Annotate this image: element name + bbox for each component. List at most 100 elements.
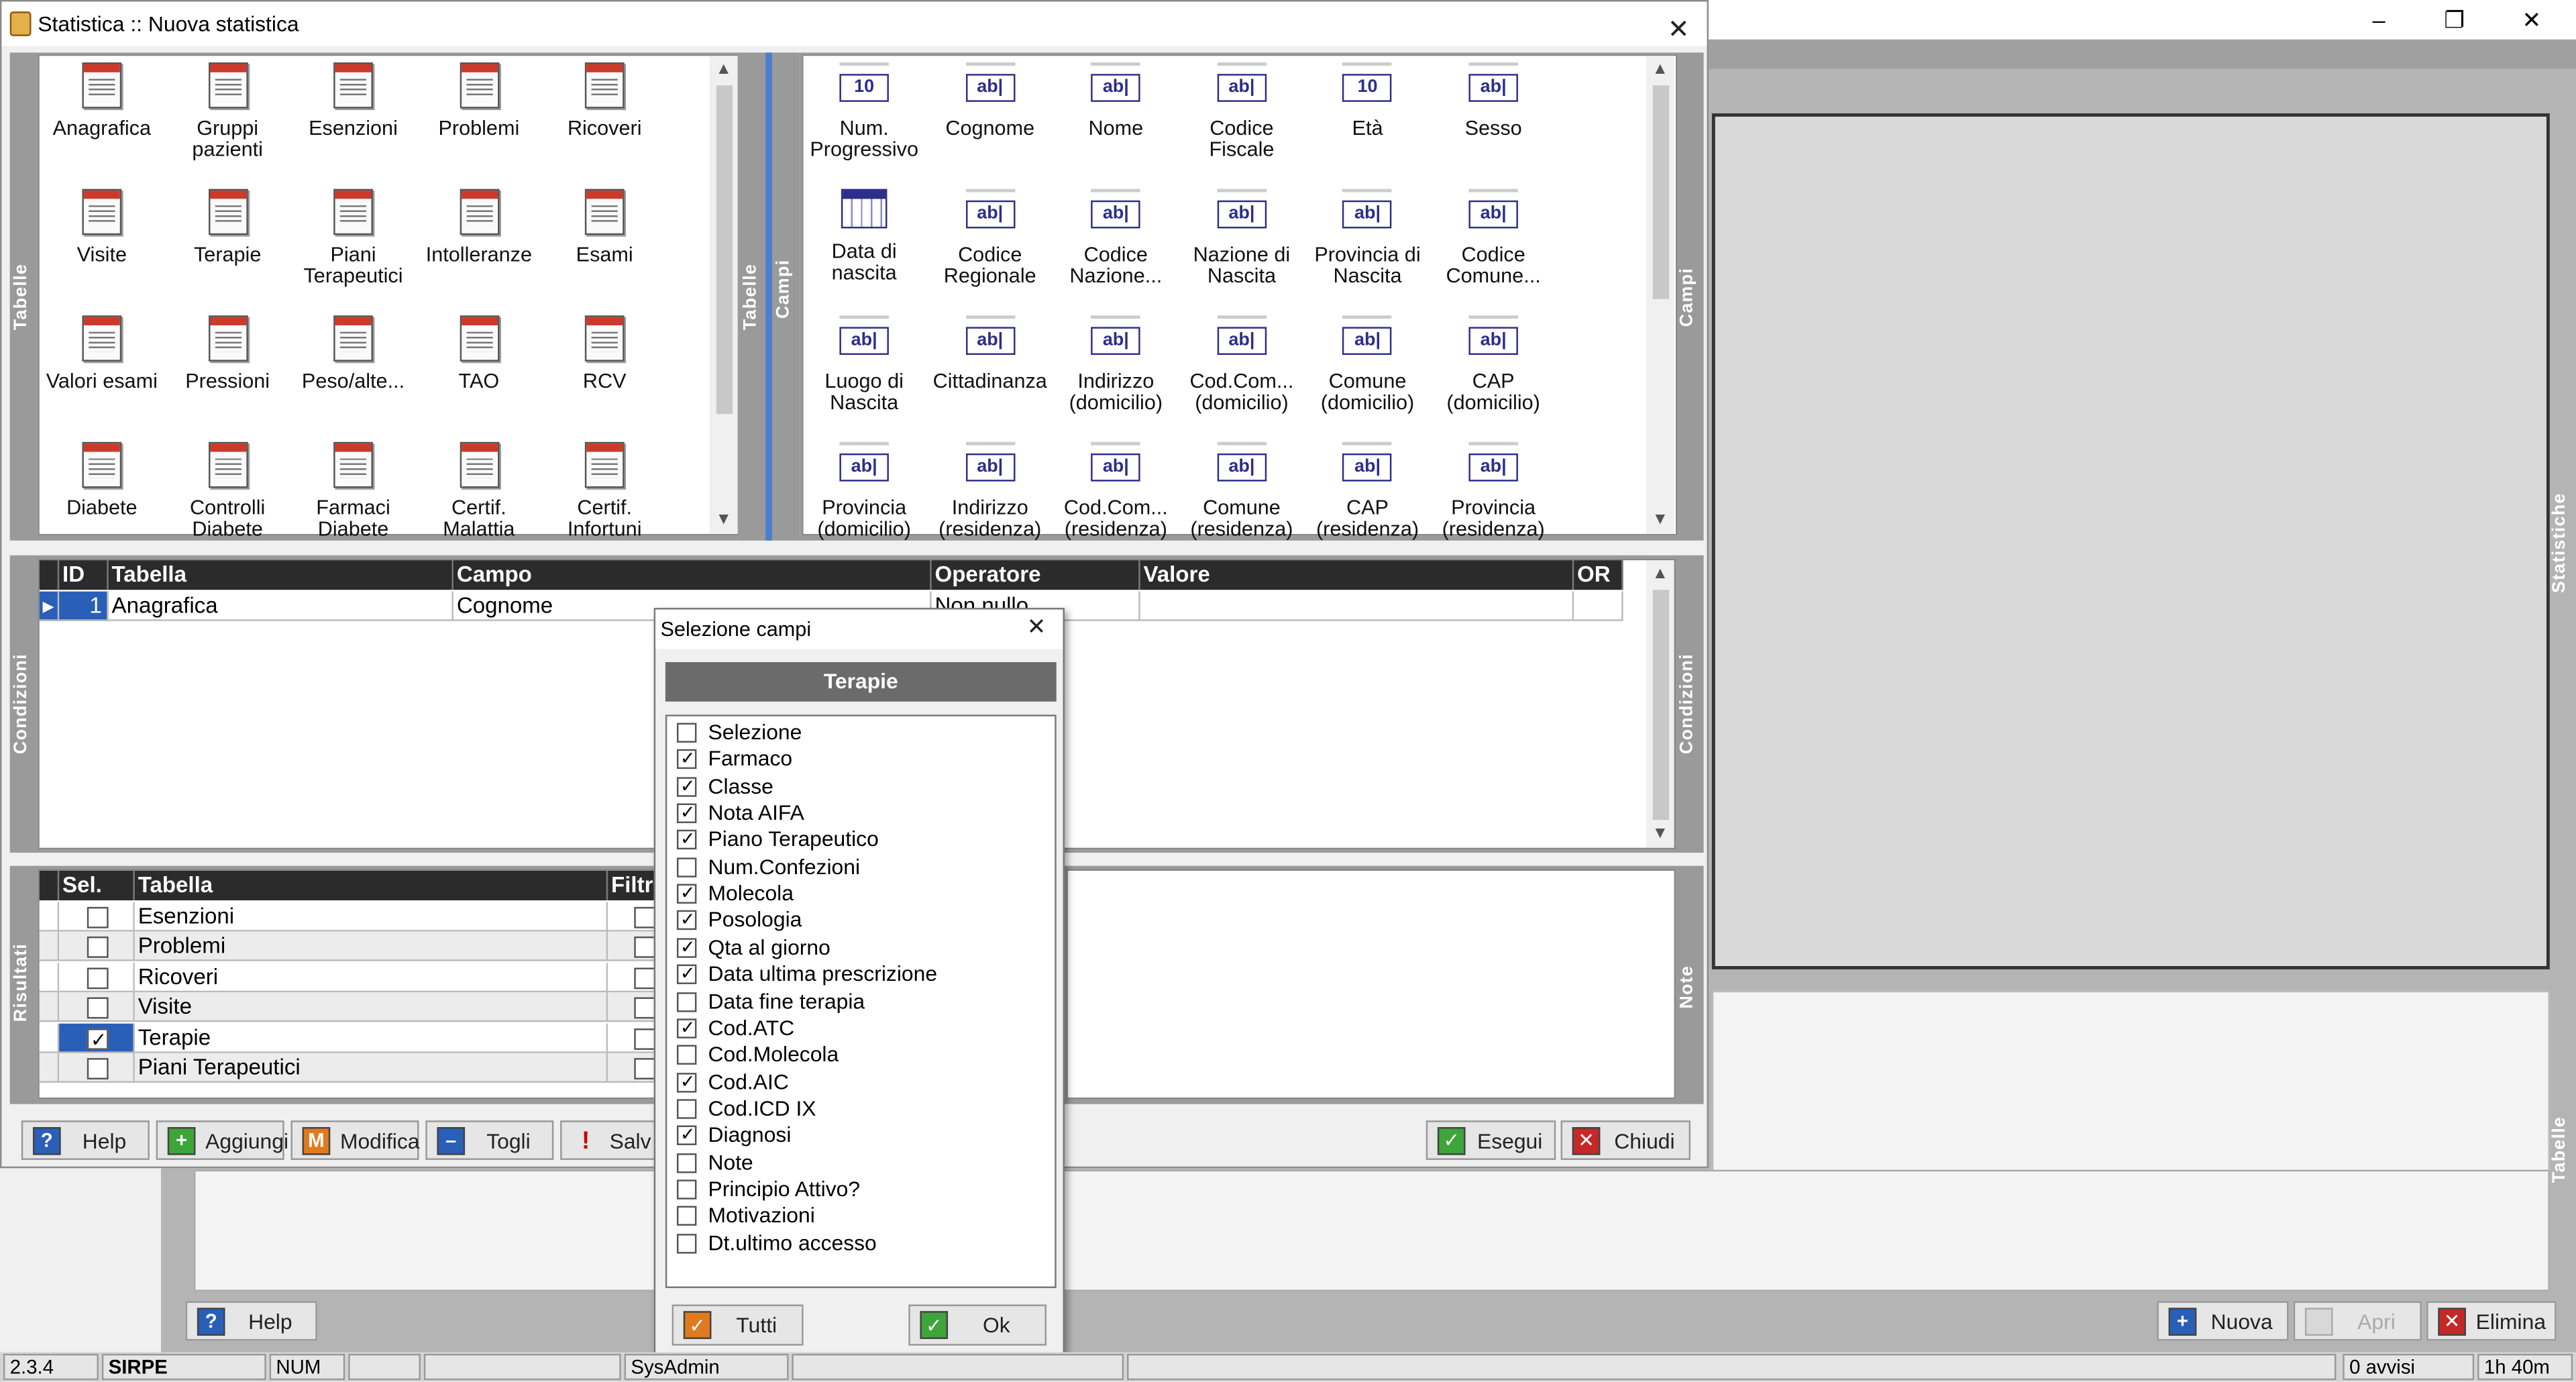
cell-sel[interactable]	[59, 902, 135, 932]
scroll-up-icon[interactable]: ▲	[710, 56, 738, 84]
field-checklist-item[interactable]: Dt.ultimo accesso	[676, 1230, 877, 1256]
close-window-button[interactable]: ✕	[2494, 3, 2570, 36]
fields-scrollbar[interactable]: ▲ ▼	[1646, 56, 1674, 534]
tabelle-tab[interactable]: Tabelle	[11, 248, 34, 347]
table-tile[interactable]: Valori esami	[40, 315, 164, 392]
cell-sel[interactable]	[59, 1053, 135, 1083]
table-tile[interactable]: Intolleranze	[417, 189, 541, 266]
cell-valore[interactable]	[1140, 591, 1574, 621]
condizioni-tab[interactable]: Condizioni	[11, 643, 34, 766]
select-checkbox[interactable]	[87, 1058, 109, 1079]
column-header-campo[interactable]: Campo	[453, 560, 932, 590]
field-tile[interactable]: ab| Nazione di Nascita	[1179, 189, 1304, 288]
field-checkbox[interactable]	[676, 747, 697, 773]
table-tile[interactable]: Farmaci Diabete	[290, 441, 415, 541]
condizioni-right-tab[interactable]: Condizioni	[1677, 643, 1700, 766]
column-header-sel[interactable]: Sel.	[59, 870, 135, 901]
column-header-id[interactable]: ID	[59, 560, 109, 590]
tables-scroll-thumb[interactable]	[716, 85, 733, 415]
scroll-up-icon[interactable]: ▲	[1646, 560, 1674, 588]
table-tile[interactable]: RCV	[542, 315, 667, 392]
status-avvisi[interactable]: 0 avvisi	[2343, 1353, 2475, 1381]
field-checkbox[interactable]	[676, 935, 697, 961]
filter-checkbox[interactable]	[634, 906, 656, 928]
field-checklist-item[interactable]: Farmaco	[676, 747, 792, 773]
tabelle-side-tab[interactable]: Tabelle	[2550, 1101, 2573, 1200]
risultati-tab[interactable]: Risultati	[11, 930, 34, 1036]
field-tile[interactable]: ab| Nome	[1053, 62, 1178, 140]
note-tab[interactable]: Note	[1677, 955, 1700, 1020]
table-tile[interactable]: Anagrafica	[40, 62, 164, 140]
filter-checkbox[interactable]	[634, 1027, 656, 1049]
field-checkbox[interactable]	[676, 881, 697, 907]
field-tile[interactable]: ab| Cod.Com... (domicilio)	[1179, 315, 1304, 414]
field-checklist-item[interactable]: Classe	[676, 774, 773, 800]
table-tile[interactable]: TAO	[417, 315, 541, 392]
maximize-button[interactable]: ❐	[2416, 3, 2492, 36]
field-tile[interactable]: ab| Codice Fiscale	[1179, 62, 1304, 161]
filter-checkbox[interactable]	[634, 967, 656, 989]
field-tile[interactable]: Data di nascita	[802, 189, 926, 284]
fields-scroll-thumb[interactable]	[1652, 85, 1670, 299]
field-checkbox[interactable]	[676, 1099, 697, 1119]
field-checkbox[interactable]	[676, 1015, 697, 1041]
tables-scrollbar[interactable]: ▲ ▼	[709, 56, 738, 534]
field-checklist-item[interactable]: Cod.AIC	[676, 1069, 789, 1095]
field-checklist-item[interactable]: Cod.ATC	[676, 1015, 794, 1041]
field-checklist-item[interactable]: Data ultima prescrizione	[676, 961, 937, 988]
field-checkbox[interactable]	[676, 1233, 697, 1253]
field-checklist-item[interactable]: Num.Confezioni	[676, 854, 860, 880]
field-checkbox[interactable]	[676, 1153, 697, 1173]
field-tile[interactable]: ab| Indirizzo (domicilio)	[1053, 315, 1178, 414]
select-checkbox[interactable]	[87, 906, 109, 928]
field-checkbox[interactable]	[676, 961, 697, 988]
filter-checkbox[interactable]	[634, 937, 656, 959]
scroll-up-icon[interactable]: ▲	[1646, 56, 1674, 84]
field-checklist-item[interactable]: Nota AIFA	[676, 800, 804, 827]
select-checkbox[interactable]	[87, 937, 109, 959]
field-checkbox[interactable]	[676, 774, 697, 800]
field-checklist-item[interactable]: Molecola	[676, 881, 794, 907]
field-checkbox[interactable]	[676, 723, 697, 743]
filter-checkbox[interactable]	[634, 997, 656, 1019]
tutti-button[interactable]: ✓ Tutti	[672, 1304, 804, 1346]
esegui-button[interactable]: ✓ Esegui	[1426, 1120, 1556, 1160]
table-tile[interactable]: Visite	[40, 189, 164, 266]
salva-button[interactable]: ! Salv	[560, 1120, 656, 1160]
field-checkbox[interactable]	[676, 1069, 697, 1095]
statistiche-side-tab[interactable]: Statistiche	[2550, 476, 2573, 608]
field-checklist-item[interactable]: Principio Attivo?	[676, 1176, 860, 1202]
conditions-scrollbar[interactable]: ▲ ▼	[1646, 560, 1674, 848]
field-tile[interactable]: ab| CAP (domicilio)	[1431, 315, 1556, 414]
field-tile[interactable]: ab| Indirizzo (residenza)	[928, 441, 1053, 541]
field-checkbox[interactable]	[676, 1179, 697, 1200]
field-tile[interactable]: ab| Provincia di Nascita	[1305, 189, 1430, 288]
field-tile[interactable]: 10 Num. Progressivo	[802, 62, 926, 161]
nuova-button[interactable]: + Nuova	[2157, 1301, 2289, 1341]
field-checklist-item[interactable]: Qta al giorno	[676, 935, 830, 961]
table-tile[interactable]: Gruppi pazienti	[165, 62, 290, 161]
field-checklist-item[interactable]: Selezione	[676, 720, 802, 746]
field-tile[interactable]: ab| Codice Nazione...	[1053, 189, 1178, 288]
field-checklist-item[interactable]: Cod.Molecola	[676, 1042, 839, 1068]
field-checkbox[interactable]	[676, 1122, 697, 1149]
table-tile[interactable]: Ricoveri	[542, 62, 667, 140]
cell-sel[interactable]	[59, 992, 135, 1022]
close-dialog-button[interactable]: ✕	[1668, 8, 1690, 52]
column-header-tabella[interactable]: Tabella	[108, 560, 453, 590]
table-tile[interactable]: Piani Terapeutici	[290, 189, 415, 288]
field-tile[interactable]: ab| Provincia (residenza)	[1431, 441, 1556, 541]
field-tile[interactable]: ab| Comune (domicilio)	[1305, 315, 1430, 414]
field-checkbox[interactable]	[676, 1045, 697, 1065]
table-tile[interactable]: Problemi	[417, 62, 541, 140]
field-tile[interactable]: ab| Cognome	[928, 62, 1053, 140]
field-checkbox[interactable]	[676, 991, 697, 1012]
field-checklist-item[interactable]: Data fine terapia	[676, 988, 865, 1014]
cell-sel[interactable]	[59, 932, 135, 962]
aggiungi-button[interactable]: + Aggiungi	[156, 1120, 288, 1160]
campi-splitter-tab[interactable]: Campi	[773, 248, 796, 330]
cell-or[interactable]	[1574, 591, 1623, 621]
column-header-or[interactable]: OR	[1574, 560, 1623, 590]
elimina-button[interactable]: ✕ Elimina	[2426, 1301, 2557, 1341]
table-tile[interactable]: Controlli Diabete	[165, 441, 290, 541]
